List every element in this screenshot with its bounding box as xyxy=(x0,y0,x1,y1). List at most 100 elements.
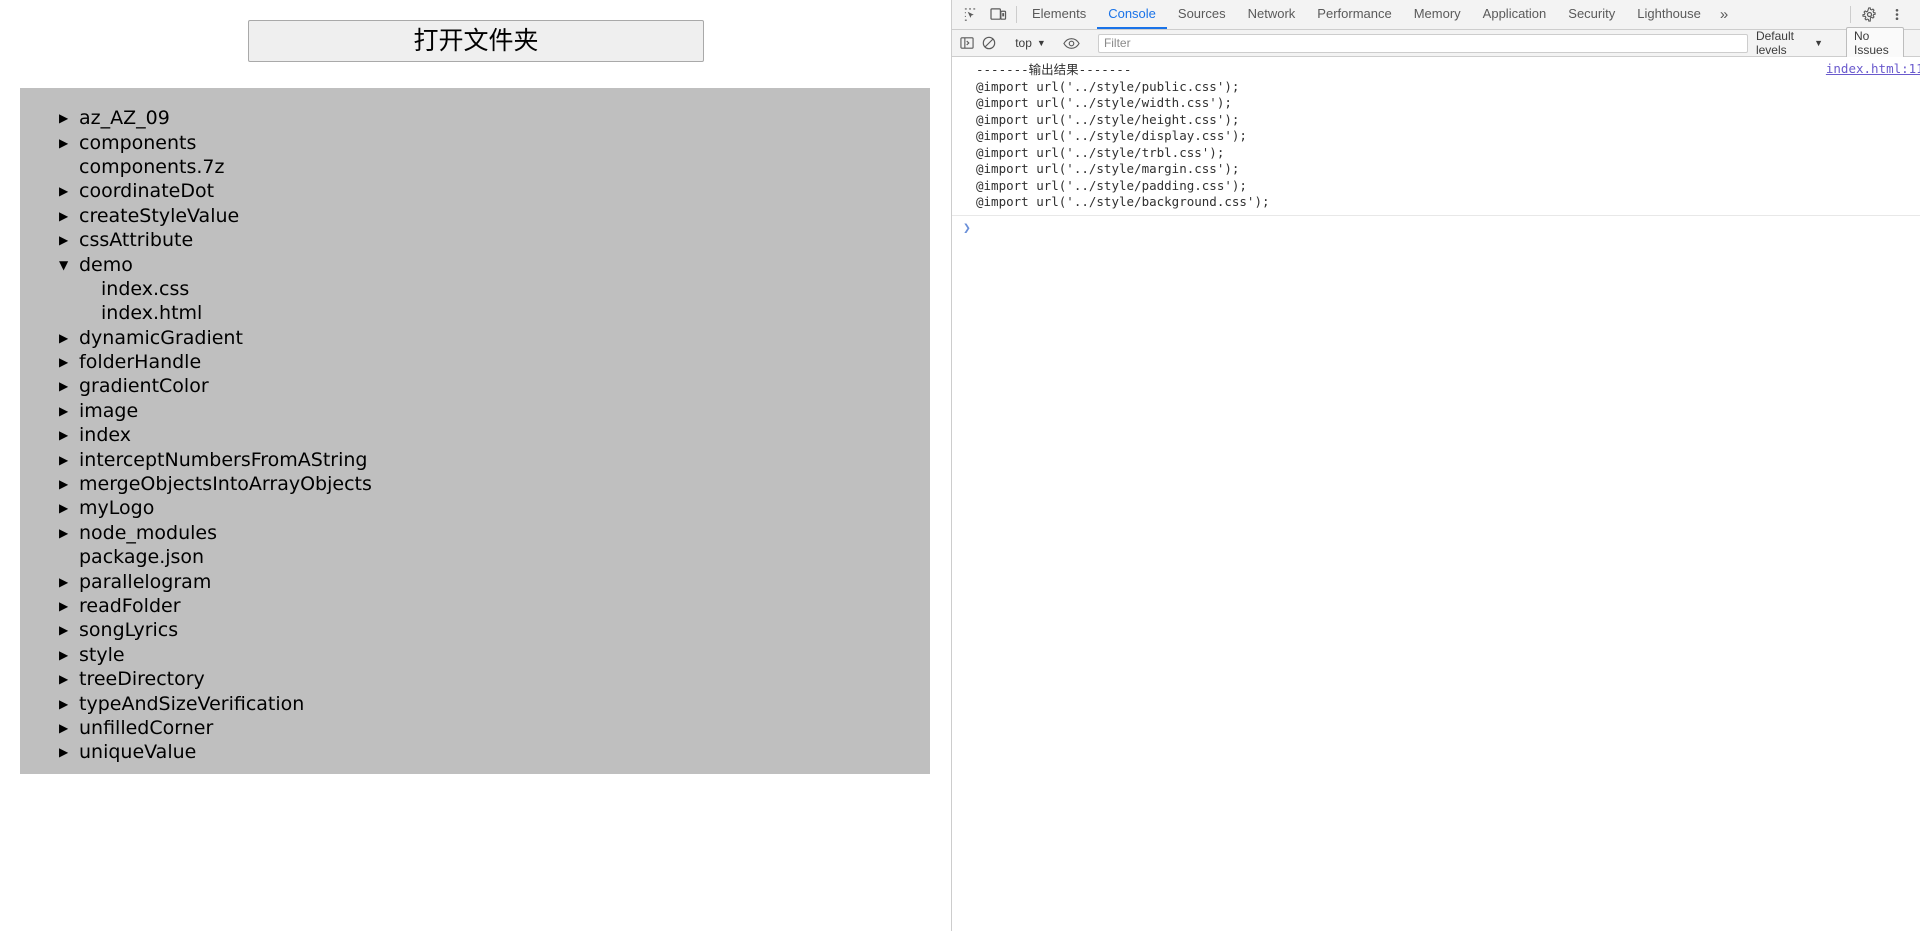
tree-folder-row[interactable]: ▶ myLogo xyxy=(20,496,930,520)
console-message-group[interactable]: index.html:116 -------输出结果-------@import… xyxy=(952,59,1920,216)
tree-folder-row[interactable]: ▶ treeDirectory xyxy=(20,667,930,691)
devtools-tab-application[interactable]: Application xyxy=(1472,0,1558,29)
tree-folder-row[interactable]: ▶ readFolder xyxy=(20,594,930,618)
open-folder-button[interactable]: 打开文件夹 xyxy=(248,20,704,62)
triangle-right-icon[interactable]: ▶ xyxy=(59,527,79,539)
tree-folder-row[interactable]: ▶ gradientColor xyxy=(20,374,930,398)
tree-folder-row[interactable]: ▶ dynamicGradient xyxy=(20,326,930,350)
live-expression-eye-icon[interactable] xyxy=(1061,37,1083,50)
tree-folder-row[interactable]: ▶ components xyxy=(20,130,930,154)
devtools-tab-security[interactable]: Security xyxy=(1557,0,1626,29)
tree-file-row[interactable]: ▶index.css xyxy=(20,277,930,301)
tree-folder-row[interactable]: ▶ folderHandle xyxy=(20,350,930,374)
devtools-tab-network[interactable]: Network xyxy=(1237,0,1307,29)
tree-item-label: treeDirectory xyxy=(79,668,205,691)
tree-folder-row[interactable]: ▶ style xyxy=(20,643,930,667)
tree-folder-row[interactable]: ▶ typeAndSizeVerification xyxy=(20,691,930,715)
triangle-right-icon[interactable]: ▶ xyxy=(59,234,79,246)
console-source-link[interactable]: index.html:116 xyxy=(1826,61,1920,76)
tree-folder-row[interactable]: ▶ songLyrics xyxy=(20,618,930,642)
app-root: 打开文件夹 ▶az_AZ_09▶components▶components.7z… xyxy=(0,0,1920,931)
triangle-right-icon[interactable]: ▶ xyxy=(59,454,79,466)
devtools-tab-performance[interactable]: Performance xyxy=(1306,0,1402,29)
file-tree-panel[interactable]: ▶az_AZ_09▶components▶components.7z▶coord… xyxy=(20,88,930,774)
tree-folder-row[interactable]: ▶ createStyleValue xyxy=(20,204,930,228)
web-page-pane: 打开文件夹 ▶az_AZ_09▶components▶components.7z… xyxy=(0,0,951,931)
tree-folder-row[interactable]: ▼ demo xyxy=(20,252,930,276)
console-sidebar-icon[interactable] xyxy=(956,36,978,50)
triangle-right-icon[interactable]: ▶ xyxy=(59,429,79,441)
tree-folder-row[interactable]: ▶ parallelogram xyxy=(20,569,930,593)
tree-folder-row[interactable]: ▶ image xyxy=(20,399,930,423)
devtools-tab-label: Performance xyxy=(1317,6,1392,21)
tree-item-label: interceptNumbersFromAString xyxy=(79,448,368,471)
tree-folder-row[interactable]: ▶ unfilledCorner xyxy=(20,716,930,740)
tree-item-label: songLyrics xyxy=(79,619,179,642)
tabbar-divider-right xyxy=(1850,6,1852,23)
triangle-right-icon[interactable]: ▶ xyxy=(59,576,79,588)
tree-item-label: components.7z xyxy=(79,155,225,178)
tree-item-label: uniqueValue xyxy=(79,741,197,764)
triangle-right-icon[interactable]: ▶ xyxy=(59,673,79,685)
console-line: @import url('../style/display.css'); xyxy=(976,128,1247,143)
triangle-right-icon[interactable]: ▶ xyxy=(59,137,79,149)
triangle-right-icon[interactable]: ▶ xyxy=(59,185,79,197)
devtools-tab-label: Application xyxy=(1482,6,1547,21)
triangle-right-icon[interactable]: ▶ xyxy=(59,624,79,636)
clear-console-icon[interactable] xyxy=(978,36,1000,50)
tree-item-label: demo xyxy=(79,253,133,276)
tree-item-label: gradientColor xyxy=(79,375,209,398)
triangle-right-icon[interactable]: ▶ xyxy=(59,698,79,710)
inspect-element-icon[interactable] xyxy=(956,0,984,29)
tree-folder-row[interactable]: ▶ interceptNumbersFromAString xyxy=(20,447,930,471)
more-tabs-icon[interactable]: » xyxy=(1712,0,1736,29)
devtools-tab-sources[interactable]: Sources xyxy=(1167,0,1237,29)
devtools-tab-elements[interactable]: Elements xyxy=(1021,0,1097,29)
devtools-tab-list: Elements Console Sources Network Performance… xyxy=(1021,0,1712,29)
tree-folder-row[interactable]: ▶ node_modules xyxy=(20,521,930,545)
triangle-right-icon[interactable]: ▶ xyxy=(59,112,79,124)
console-message-lines: -------输出结果------- @import url('../style/… xyxy=(952,62,1920,211)
triangle-right-icon[interactable]: ▶ xyxy=(59,210,79,222)
devtools-tab-memory[interactable]: Memory xyxy=(1403,0,1472,29)
close-devtools-icon[interactable] xyxy=(1911,0,1920,29)
tree-file-row[interactable]: ▶components.7z xyxy=(20,155,930,179)
tree-item-label: package.json xyxy=(79,546,205,569)
triangle-right-icon[interactable]: ▶ xyxy=(59,502,79,514)
triangle-right-icon[interactable]: ▶ xyxy=(59,600,79,612)
log-levels-selector[interactable]: Default levels ▼ xyxy=(1748,29,1831,57)
tree-item-label: az_AZ_09 xyxy=(79,107,170,130)
triangle-right-icon[interactable]: ▶ xyxy=(59,478,79,490)
tree-folder-row[interactable]: ▶ cssAttribute xyxy=(20,228,930,252)
triangle-right-icon[interactable]: ▶ xyxy=(59,722,79,734)
issues-status-button[interactable]: No Issues xyxy=(1846,27,1905,59)
triangle-right-icon[interactable]: ▶ xyxy=(59,380,79,392)
devtools-tab-label: Sources xyxy=(1177,6,1226,21)
log-levels-label: Default levels xyxy=(1755,29,1794,57)
triangle-right-icon[interactable]: ▶ xyxy=(59,405,79,417)
js-context-selector[interactable]: top ▼ xyxy=(1009,36,1052,50)
tree-folder-row[interactable]: ▶ coordinateDot xyxy=(20,179,930,203)
more-options-icon[interactable] xyxy=(1883,0,1911,29)
chevron-down-icon: ▼ xyxy=(1036,38,1046,48)
tree-folder-row[interactable]: ▶ mergeObjectsIntoArrayObjects xyxy=(20,472,930,496)
tree-item-label: index xyxy=(79,424,131,447)
triangle-right-icon[interactable]: ▶ xyxy=(59,356,79,368)
tree-folder-row[interactable]: ▶ az_AZ_09 xyxy=(20,106,930,130)
tree-file-row[interactable]: ▶package.json xyxy=(20,545,930,569)
triangle-right-icon[interactable]: ▶ xyxy=(59,746,79,758)
devtools-tab-lighthouse[interactable]: Lighthouse xyxy=(1626,0,1712,29)
triangle-right-icon[interactable]: ▶ xyxy=(59,332,79,344)
tree-file-row[interactable]: ▶index.html xyxy=(20,301,930,325)
tree-item-label: typeAndSizeVerification xyxy=(79,692,305,715)
console-prompt[interactable]: ❯ xyxy=(952,216,1920,238)
console-filter-input[interactable] xyxy=(1097,33,1748,53)
tree-folder-row[interactable]: ▶ uniqueValue xyxy=(20,740,930,764)
tree-folder-row[interactable]: ▶ index xyxy=(20,423,930,447)
triangle-down-icon[interactable]: ▼ xyxy=(59,259,79,271)
settings-gear-icon[interactable] xyxy=(1855,0,1883,29)
device-toolbar-icon[interactable] xyxy=(984,0,1012,29)
devtools-tab-console[interactable]: Console xyxy=(1097,0,1167,29)
triangle-right-icon[interactable]: ▶ xyxy=(59,649,79,661)
console-output-area[interactable]: index.html:116 -------输出结果-------@import… xyxy=(952,57,1920,931)
